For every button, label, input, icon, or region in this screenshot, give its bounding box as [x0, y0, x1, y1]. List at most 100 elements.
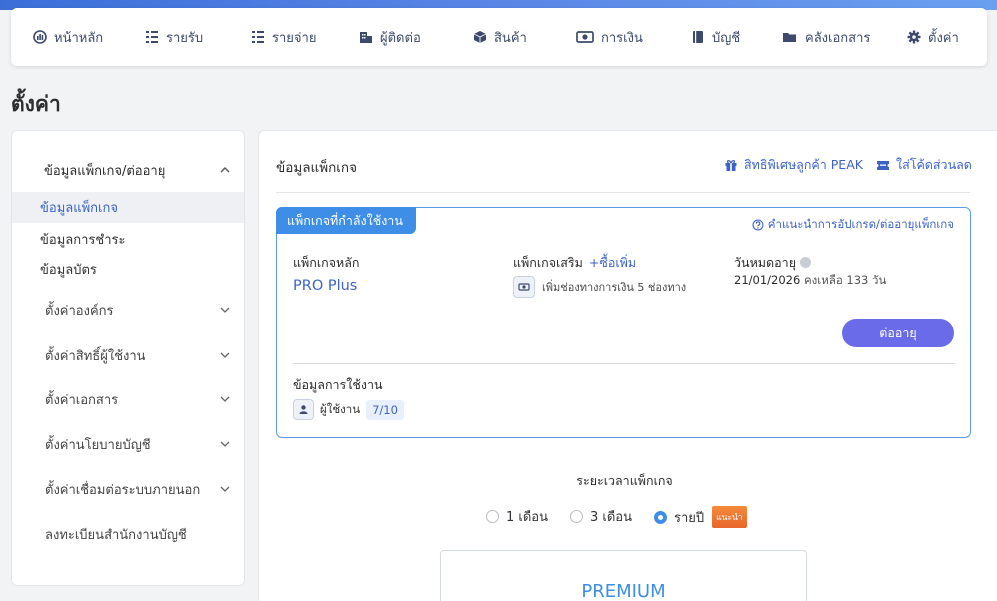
book-icon — [691, 30, 705, 44]
chevron-down-icon — [220, 352, 230, 358]
current-package-badge: แพ็กเกจที่กำลังใช้งาน — [276, 207, 416, 234]
nav-item-accounting[interactable]: บัญชี — [691, 8, 740, 66]
upgrade-guide-link[interactable]: คำแนะนำการอัปเกรด/ต่ออายุแพ็กเกจ — [752, 216, 954, 234]
sidebar-group-user-permissions[interactable]: ตั้งค่าสิทธิ์ผู้ใช้งาน — [12, 340, 244, 370]
sidebar-section-package[interactable]: ข้อมูลแพ็กเกจ/ต่ออายุ — [12, 157, 244, 183]
money-icon — [576, 30, 594, 44]
nav-item-documents[interactable]: คลังเอกสาร — [782, 8, 870, 66]
sidebar-item-card-info[interactable]: ข้อมูลบัตร — [12, 254, 244, 285]
period-option-3-months[interactable]: 3 เดือน — [570, 506, 632, 527]
sidebar-group-label: ตั้งค่าเอกสาร — [45, 392, 119, 408]
folder-icon — [782, 30, 798, 44]
nav-item-expense[interactable]: รายจ่าย — [251, 8, 316, 66]
expiry-remaining: คงเหลือ 133 วัน — [803, 273, 887, 287]
plan-card-title: PREMIUM — [581, 581, 666, 601]
main-package-value: PRO Plus — [293, 278, 358, 294]
main-package-label: แพ็กเกจหลัก — [293, 255, 360, 270]
question-circle-icon — [752, 219, 764, 231]
box-icon — [473, 30, 487, 44]
chevron-up-icon — [220, 167, 230, 173]
info-icon[interactable] — [800, 257, 812, 268]
expiry-header: วันหมดอายุ — [734, 253, 812, 273]
addon-package-label: แพ็กเกจเสริม — [513, 255, 583, 270]
addon-item-label: เพิ่มช่องทางการเงิน 5 ช่องทาง — [542, 281, 687, 294]
recommend-badge: แนะนำ — [712, 506, 747, 528]
nav-label: สินค้า — [494, 30, 527, 46]
nav-label: ผู้ติดต่อ — [380, 30, 421, 46]
nav-item-contacts[interactable]: ผู้ติดต่อ — [359, 8, 421, 66]
plan-card-premium[interactable]: PREMIUM — [440, 550, 807, 601]
gift-icon — [725, 160, 737, 171]
sidebar-item-label: ข้อมูลการชำระ — [40, 233, 126, 248]
sidebar-item-package-info[interactable]: ข้อมูลแพ็กเกจ — [12, 192, 244, 223]
period-option-label: 3 เดือน — [590, 510, 632, 525]
sidebar-group-label: ตั้งค่าสิทธิ์ผู้ใช้งาน — [45, 348, 146, 364]
usage-users: ผู้ใช้งาน 7/10 — [293, 399, 404, 420]
nav-item-income[interactable]: รายรับ — [145, 8, 203, 66]
sidebar-group-label: ตั้งค่าองค์กร — [45, 303, 114, 319]
coupon-code-link[interactable]: ใส่โค้ดส่วนลด — [876, 155, 972, 175]
panel-title: ข้อมูลแพ็กเกจ — [276, 160, 357, 176]
divider — [276, 192, 970, 193]
nav-label: การเงิน — [601, 30, 643, 46]
period-option-label: รายปี — [674, 510, 705, 526]
buy-more-link[interactable]: +ซื้อเพิ่ม — [589, 255, 636, 270]
chevron-down-icon — [220, 307, 230, 313]
peak-privilege-label: สิทธิพิเศษลูกค้า PEAK — [744, 157, 863, 172]
nav-item-products[interactable]: สินค้า — [473, 8, 527, 66]
income-icon — [145, 30, 159, 44]
nav-label: หน้าหลัก — [54, 30, 104, 46]
chevron-down-icon — [220, 486, 230, 492]
addon-package-header: แพ็กเกจเสริม +ซื้อเพิ่ม — [513, 253, 636, 273]
usage-users-count: 7/10 — [366, 399, 404, 420]
sidebar-group-organization[interactable]: ตั้งค่าองค์กร — [12, 295, 244, 325]
divider — [293, 363, 955, 364]
period-option-label: 1 เดือน — [506, 510, 548, 525]
nav-label: รายจ่าย — [272, 30, 317, 46]
addon-item: เพิ่มช่องทางการเงิน 5 ช่องทาง — [513, 276, 686, 298]
current-package-card: แพ็กเกจที่กำลังใช้งาน คำแนะนำการอัปเกรด/… — [276, 207, 971, 438]
nav-item-finance[interactable]: การเงิน — [576, 8, 643, 66]
period-option-yearly[interactable]: รายปี แนะนำ — [654, 506, 747, 528]
settings-sidebar: ข้อมูลแพ็กเกจ/ต่ออายุ ข้อมูลแพ็กเกจ ข้อม… — [11, 130, 245, 586]
ticket-icon — [877, 161, 889, 170]
package-panel: ข้อมูลแพ็กเกจ สิทธิพิเศษลูกค้า PEAK ใส่โ… — [258, 130, 997, 601]
nav-item-home[interactable]: หน้าหลัก — [33, 8, 103, 66]
usage-users-label: ผู้ใช้งาน — [320, 401, 361, 416]
nav-label: รายรับ — [166, 30, 204, 46]
sidebar-group-accounting-policy[interactable]: ตั้งค่านโยบายบัญชี — [12, 429, 244, 459]
dashboard-icon — [33, 30, 47, 44]
chevron-down-icon — [220, 396, 230, 402]
sidebar-group-label: ตั้งค่าเชื่อมต่อระบบภายนอก — [45, 482, 201, 498]
sidebar-section-label: ข้อมูลแพ็กเกจ/ต่ออายุ — [44, 163, 166, 179]
nav-label: ตั้งค่า — [928, 30, 959, 46]
sidebar-group-label: ตั้งค่านโยบายบัญชี — [45, 437, 151, 453]
sidebar-item-label: ลงทะเบียนสำนักงานบัญชี — [45, 527, 187, 543]
sidebar-item-label: ข้อมูลบัตร — [40, 263, 97, 278]
gear-icon — [907, 30, 921, 44]
renew-button[interactable]: ต่ออายุ — [842, 319, 954, 347]
expiry-value: 21/01/2026 คงเหลือ 133 วัน — [734, 272, 886, 290]
page-title: ตั้งค่า — [11, 92, 61, 116]
sidebar-item-payment-info[interactable]: ข้อมูลการชำระ — [12, 224, 244, 255]
chevron-down-icon — [220, 441, 230, 447]
radio-button[interactable] — [486, 510, 499, 523]
money-bill-icon — [513, 276, 535, 298]
radio-button[interactable] — [570, 510, 583, 523]
nav-item-settings[interactable]: ตั้งค่า — [907, 8, 959, 66]
radio-button-selected[interactable] — [654, 510, 667, 524]
usage-title: ข้อมูลการใช้งาน — [293, 377, 383, 392]
period-option-1-month[interactable]: 1 เดือน — [486, 506, 548, 527]
upgrade-guide-label: คำแนะนำการอัปเกรด/ต่ออายุแพ็กเกจ — [767, 217, 954, 231]
sidebar-group-documents[interactable]: ตั้งค่าเอกสาร — [12, 384, 244, 414]
peak-privilege-link[interactable]: สิทธิพิเศษลูกค้า PEAK — [724, 155, 863, 175]
nav-label: คลังเอกสาร — [805, 30, 871, 46]
package-period-title: ระยะเวลาแพ็กเกจ — [576, 473, 673, 488]
contacts-icon — [359, 30, 373, 44]
sidebar-item-label: ข้อมูลแพ็กเกจ — [40, 201, 118, 216]
sidebar-group-integrations[interactable]: ตั้งค่าเชื่อมต่อระบบภายนอก — [12, 474, 244, 504]
sidebar-item-register-accounting-office[interactable]: ลงทะเบียนสำนักงานบัญชี — [12, 519, 244, 549]
expense-icon — [251, 30, 265, 44]
coupon-code-label: ใส่โค้ดส่วนลด — [896, 157, 972, 172]
top-navbar: หน้าหลัก รายรับ รายจ่าย ผู้ติดต่อ สินค้า… — [11, 8, 987, 66]
